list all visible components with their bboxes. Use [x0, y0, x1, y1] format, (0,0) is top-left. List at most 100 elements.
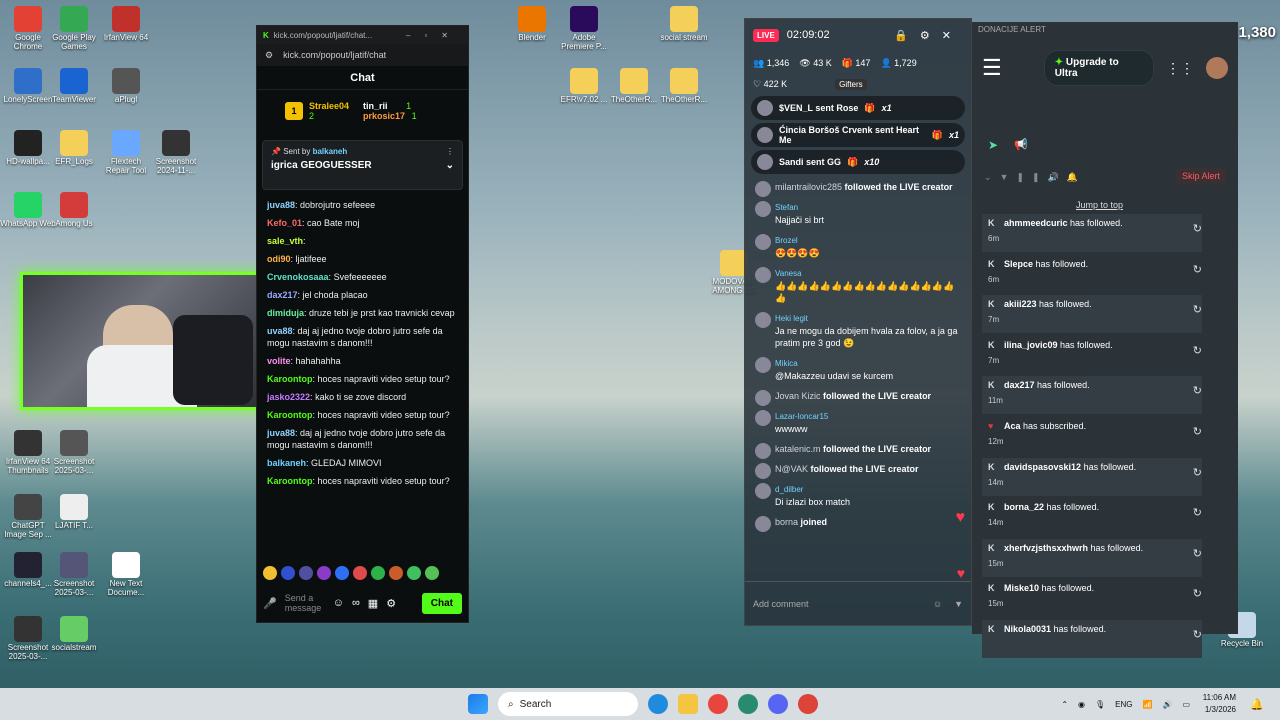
emote-bar[interactable]	[263, 566, 439, 580]
desktop-icon[interactable]: social stream	[656, 6, 712, 43]
chat-message[interactable]: balkaneh: GLEDAJ MIMOVI	[257, 454, 468, 472]
network-icon[interactable]: ◉	[1078, 700, 1085, 709]
emote-icon[interactable]	[407, 566, 421, 580]
message-input[interactable]: Send a message	[285, 593, 325, 613]
chat-username[interactable]: volite	[267, 356, 291, 366]
chat-message[interactable]: volite: hahahahha	[257, 352, 468, 370]
hamburger-menu-icon[interactable]: ☰	[982, 55, 1002, 81]
chat-send-button[interactable]: Chat	[421, 592, 462, 614]
chat-username[interactable]: Karoontop	[267, 476, 313, 486]
tiktok-comment[interactable]: Heki legit Ja ne mogu da dobijem hvala za…	[745, 308, 971, 353]
comment-author[interactable]: Vanesa	[775, 269, 802, 278]
window-controls[interactable]: –▫✕	[406, 31, 462, 40]
tiktok-comment[interactable]: Vanesa 👍👍👍👍👍👍👍👍👍👍👍👍👍👍👍👍👍	[745, 263, 971, 308]
file-explorer-icon[interactable]	[678, 694, 698, 714]
emote-picker-icon[interactable]: ☺	[333, 597, 344, 609]
chat-username[interactable]: dimiduja	[267, 308, 304, 318]
desktop-icon[interactable]: Screenshot 2025-03-...	[46, 430, 102, 476]
comment-author[interactable]: borna	[775, 517, 798, 527]
replay-icon[interactable]: ↻	[1193, 344, 1202, 357]
alert-item[interactable]: Kborna_22 has followed. 14m ↻	[982, 498, 1202, 536]
alert-item[interactable]: Kahmmeedcuric has followed. 6m ↻	[982, 214, 1202, 252]
panel-controls[interactable]: 🔒⚙✕	[894, 29, 963, 42]
comment-author[interactable]: Heki legit	[775, 314, 808, 323]
desktop-icon[interactable]: TheOtherR...	[606, 68, 662, 105]
chat-message[interactable]: dimiduja: druze tebi je prst kao travnic…	[257, 304, 468, 322]
site-settings-icon[interactable]: ⚙	[265, 50, 273, 61]
chat-username[interactable]: Kefo_01	[267, 218, 302, 228]
comment-author[interactable]: katalenic.m	[775, 444, 821, 454]
emoji-icon[interactable]: ☺	[933, 599, 942, 609]
tiktok-comment[interactable]: katalenic.m followed the LIVE creator	[745, 439, 971, 459]
megaphone-icon[interactable]: 📢	[1014, 138, 1028, 151]
desktop-icon[interactable]: EFR\v7.02 ...	[556, 68, 612, 105]
comment-author[interactable]: Mikica	[775, 359, 798, 368]
replay-icon[interactable]: ↻	[1193, 384, 1202, 397]
app-icon[interactable]	[738, 694, 758, 714]
comment-author[interactable]: d_dilber	[775, 485, 803, 494]
tiktok-comment[interactable]: Stefan Najjači si brt	[745, 197, 971, 230]
alert-item[interactable]: Kakiii223 has followed. 7m ↻	[982, 295, 1202, 334]
tiktok-comment[interactable]: d_dilber Di izlazi box match	[745, 479, 971, 512]
comment-author[interactable]: Jovan Kizic	[775, 391, 821, 401]
replay-icon[interactable]: ↻	[1193, 547, 1202, 560]
comment-author[interactable]: N@VAK	[775, 464, 808, 474]
desktop-icon[interactable]: Screenshot 2024-11-...	[148, 130, 204, 176]
filter-icon[interactable]: ▼	[954, 599, 963, 609]
chat-username[interactable]: Crvenokosaaa	[267, 272, 329, 282]
chat-username[interactable]: odi90	[267, 254, 291, 264]
send-icon[interactable]: ➤	[988, 138, 998, 152]
mic-icon[interactable]: 🎙	[1095, 700, 1105, 709]
chat-message[interactable]: Karoontop: hoces napraviti video setup t…	[257, 472, 468, 490]
discord-icon[interactable]	[768, 694, 788, 714]
chat-username[interactable]: balkaneh	[267, 458, 306, 468]
battery-icon[interactable]: ▭	[1182, 700, 1190, 709]
alert-item[interactable]: K Miske10 has followed. 15m ↻	[982, 579, 1202, 617]
replay-icon[interactable]: ↻	[1193, 466, 1202, 479]
alert-item[interactable]: K Nikola0031 has followed. ↻	[982, 620, 1202, 658]
clock[interactable]: 11:06 AM 1/3/2026	[1203, 692, 1236, 716]
emote-icon[interactable]	[389, 566, 403, 580]
tiktok-comment[interactable]: Lazar-loncar15 wwwww	[745, 406, 971, 439]
comment-author[interactable]: Lazar-loncar15	[775, 412, 828, 421]
replay-icon[interactable]: ↻	[1193, 425, 1202, 438]
wifi-icon[interactable]: 📶	[1143, 700, 1153, 709]
replay-icon[interactable]: ↻	[1193, 506, 1202, 519]
alert-item[interactable]: Kdavidspasovski12 has followed. 14m ↻	[982, 457, 1202, 496]
url-bar[interactable]: ⚙ kick.com/popout/ljatif/chat	[257, 44, 468, 66]
chat-message[interactable]: juva88: dobrojutro sefeeee	[257, 196, 468, 214]
emote-icon[interactable]	[425, 566, 439, 580]
emote-icon[interactable]	[335, 566, 349, 580]
replay-icon[interactable]: ↻	[1193, 587, 1202, 600]
avatar[interactable]	[1206, 57, 1228, 79]
emote-icon[interactable]	[281, 566, 295, 580]
skip-alert-button[interactable]: Skip Alert	[1175, 168, 1226, 184]
tiktok-comment[interactable]: milantrailovic285 followed the LIVE crea…	[745, 177, 971, 197]
chat-message[interactable]: Karoontop: hoces napraviti video setup t…	[257, 406, 468, 424]
chat-username[interactable]: juva88	[267, 200, 295, 210]
alert-item[interactable]: ♥ Aca has subscribed. 12m ↻	[982, 417, 1202, 455]
settings-icon[interactable]: ⚙	[386, 597, 396, 610]
desktop-icon[interactable]: Among Us	[46, 192, 102, 229]
chat-message[interactable]: jasko2322: kako ti se zove discord	[257, 388, 468, 406]
start-icon[interactable]	[468, 694, 488, 714]
pinned-message[interactable]: 📌 Sent by balkaneh ⋮ igrica GEOGUESSER ⌄	[262, 140, 463, 190]
language-indicator[interactable]: ENG	[1115, 700, 1132, 709]
chat-username[interactable]: sale_vth	[267, 236, 303, 246]
apps-grid-icon[interactable]: ⋮⋮	[1166, 60, 1194, 77]
chat-username[interactable]: juva88	[267, 428, 295, 438]
desktop-icon[interactable]: Screenshot 2025-03-...	[46, 552, 102, 598]
gifter-1[interactable]: Stralee04 2	[309, 101, 349, 121]
chat-username[interactable]: Karoontop	[267, 374, 313, 384]
desktop-icon[interactable]: Adobe Premiere P...	[556, 6, 612, 52]
alert-item[interactable]: Kdax217 has followed. 11m ↻	[982, 376, 1202, 415]
chevron-down-icon[interactable]: ⌄	[446, 160, 454, 171]
gifters-2-3[interactable]: tin_rii 1 prkosic17 1	[363, 101, 417, 121]
chat-message[interactable]: dax217: jel choda placao	[257, 286, 468, 304]
tiktok-comment[interactable]: Mikica @Makazzeu udavi se kurcem	[745, 353, 971, 386]
chrome-icon[interactable]	[798, 694, 818, 714]
upgrade-ultra-button[interactable]: ✦ Upgrade to Ultra	[1043, 50, 1154, 86]
jump-to-top-link[interactable]: Jump to top	[1076, 200, 1123, 210]
alert-controls[interactable]: ⌄▼❚❚🔊🔔	[984, 172, 1086, 183]
emote-icon[interactable]	[371, 566, 385, 580]
